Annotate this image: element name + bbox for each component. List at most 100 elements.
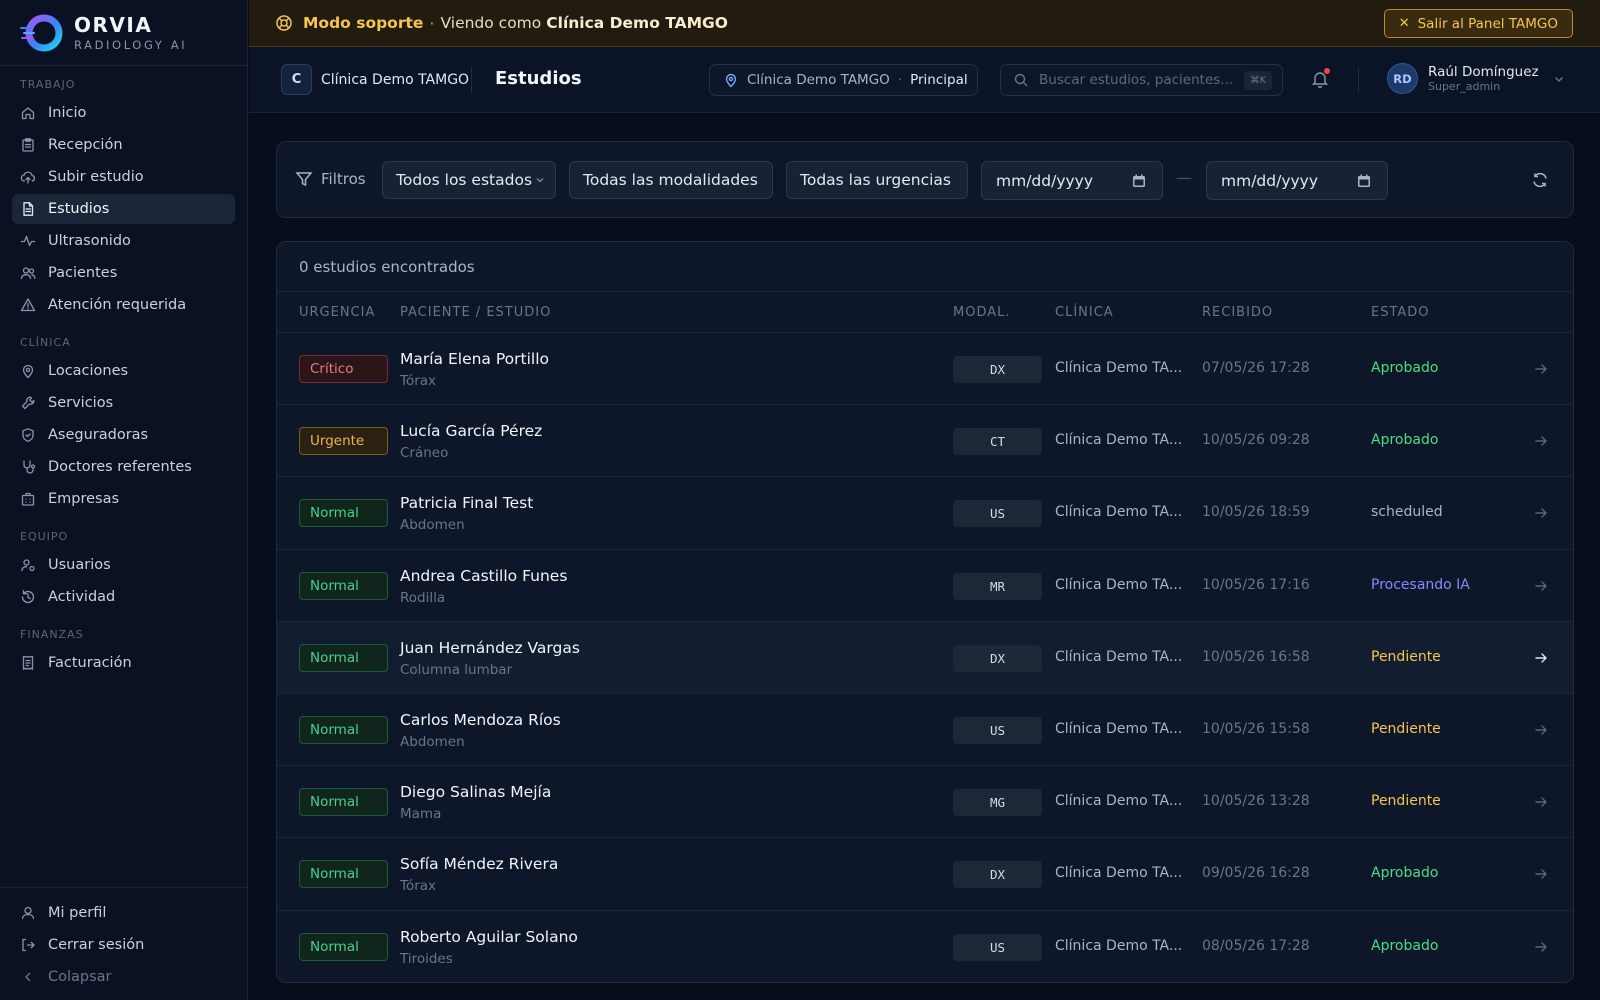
sidebar-item-label: Servicios bbox=[48, 395, 114, 411]
column-header-received[interactable]: RECIBIDO bbox=[1202, 305, 1273, 320]
column-header-patient[interactable]: PACIENTE / ESTUDIO bbox=[400, 305, 551, 320]
patient-name: Sofía Méndez Rivera bbox=[400, 855, 559, 874]
divider bbox=[1358, 67, 1359, 93]
study-type: Tiroides bbox=[400, 950, 453, 967]
modality-badge: US bbox=[953, 716, 1042, 744]
user-menu[interactable]: RD Raúl Domínguez Super_admin bbox=[1387, 63, 1565, 94]
study-type: Columna lumbar bbox=[400, 661, 513, 678]
table-row[interactable]: Normal Juan Hernández Vargas Columna lumba… bbox=[277, 621, 1573, 694]
arrow-right-icon[interactable] bbox=[1533, 578, 1549, 594]
brand-name: ORVIA bbox=[74, 12, 153, 37]
sidebar-item-actividad[interactable]: Actividad bbox=[12, 582, 235, 612]
map-pin-icon bbox=[20, 363, 36, 379]
urgency-filter-select[interactable]: Todas las urgencias bbox=[786, 161, 968, 199]
sidebar-item-empresas[interactable]: Empresas bbox=[12, 484, 235, 514]
column-header-urgency[interactable]: URGENCIA bbox=[299, 305, 375, 320]
clinic-cell: Clínica Demo TA... bbox=[1055, 504, 1183, 521]
table-row[interactable]: Urgente Lucía García Pérez Cráneo CT Clínica… bbox=[277, 405, 1573, 478]
status-label: scheduled bbox=[1371, 504, 1443, 521]
sidebar-item-usuarios[interactable]: Usuarios bbox=[12, 550, 235, 580]
collapse-label: Colapsar bbox=[48, 969, 112, 985]
logout-icon bbox=[20, 937, 36, 953]
sidebar-item-doctores-referentes[interactable]: Doctores referentes bbox=[12, 452, 235, 482]
sidebar-item-subir-estudio[interactable]: Subir estudio bbox=[12, 162, 235, 192]
sidebar-item-pacientes[interactable]: Pacientes bbox=[12, 258, 235, 288]
branch-name: Principal bbox=[910, 72, 968, 88]
sidebar-item-inicio[interactable]: Inicio bbox=[12, 98, 235, 128]
arrow-right-icon[interactable] bbox=[1533, 433, 1549, 449]
table-row[interactable]: Normal Andrea Castillo Funes Rodilla MR Clín… bbox=[277, 550, 1573, 622]
sidebar-item-label: Recepción bbox=[48, 137, 123, 153]
sidebar-item-ultrasonido[interactable]: Ultrasonido bbox=[12, 226, 235, 256]
sidebar-item-estudios[interactable]: Estudios bbox=[12, 194, 235, 224]
patient-name: Diego Salinas Mejía bbox=[400, 783, 552, 802]
shield-icon bbox=[20, 427, 36, 443]
date-to-input[interactable]: mm/dd/yyyy bbox=[1206, 161, 1388, 200]
chevron-down-icon bbox=[536, 178, 544, 183]
modality-filter-select[interactable]: Todas las modalidades bbox=[569, 161, 773, 199]
sidebar-section-title: TRABAJO bbox=[20, 78, 76, 91]
sidebar-item-logout[interactable]: Cerrar sesión bbox=[12, 930, 236, 960]
sidebar-item-profile[interactable]: Mi perfil bbox=[12, 898, 236, 928]
sidebar-item-locaciones[interactable]: Locaciones bbox=[12, 356, 235, 386]
sidebar-item-label: Empresas bbox=[48, 491, 120, 507]
modality-badge: MG bbox=[953, 789, 1042, 817]
sidebar-item-label: Aseguradoras bbox=[48, 427, 149, 443]
sidebar-item-facturacion[interactable]: Facturación bbox=[12, 648, 235, 678]
users-icon bbox=[20, 265, 36, 281]
search-input[interactable] bbox=[1039, 72, 1235, 88]
patient-name: Patricia Final Test bbox=[400, 494, 534, 513]
brand[interactable]: ORVIA RADIOLOGY AI bbox=[0, 0, 247, 66]
notifications-button[interactable] bbox=[1310, 68, 1330, 89]
date-range-separator: — bbox=[1176, 168, 1192, 187]
refresh-icon[interactable] bbox=[1531, 171, 1549, 189]
arrow-right-icon[interactable] bbox=[1533, 794, 1549, 810]
table-row[interactable]: Normal Carlos Mendoza Ríos Abdomen US Clínic… bbox=[277, 694, 1573, 767]
collapse-button[interactable]: Colapsar bbox=[12, 962, 236, 992]
urgency-filter-value: Todas las urgencias bbox=[800, 171, 951, 189]
arrow-right-icon[interactable] bbox=[1533, 505, 1549, 521]
top-header: C Clínica Demo TAMGO Estudios Clínica De… bbox=[249, 47, 1600, 113]
viewing-clinic-name: Clínica Demo TAMGO bbox=[546, 14, 728, 32]
sidebar-bottom: Mi perfil Cerrar sesión Colapsar bbox=[0, 887, 248, 1000]
arrow-right-icon[interactable] bbox=[1533, 722, 1549, 738]
column-header-status[interactable]: ESTADO bbox=[1371, 305, 1430, 320]
calendar-icon[interactable] bbox=[1357, 174, 1371, 188]
map-pin-icon bbox=[725, 73, 737, 88]
status-label: Aprobado bbox=[1371, 937, 1439, 954]
patient-name: Lucía García Pérez bbox=[400, 422, 543, 441]
status-filter-select[interactable]: Todos los estados bbox=[382, 161, 556, 199]
sidebar-item-label: Pacientes bbox=[48, 265, 118, 281]
arrow-right-icon[interactable] bbox=[1533, 939, 1549, 955]
table-row[interactable]: Normal Patricia Final Test Abdomen US Clínic… bbox=[277, 477, 1573, 550]
exit-support-button[interactable]: ✕ Salir al Panel TAMGO bbox=[1383, 9, 1573, 38]
status-label: Aprobado bbox=[1371, 865, 1439, 882]
stethoscope-icon bbox=[20, 459, 36, 475]
arrow-right-icon[interactable] bbox=[1533, 866, 1549, 882]
urgency-badge: Normal bbox=[299, 643, 388, 672]
column-header-clinic[interactable]: CLÍNICA bbox=[1055, 305, 1114, 320]
table-row[interactable]: Normal Roberto Aguilar Solano Tiroides US Cl… bbox=[277, 911, 1573, 983]
received-cell: 10/05/26 16:58 bbox=[1202, 648, 1310, 665]
page-title: Estudios bbox=[495, 68, 582, 89]
clinic-cell: Clínica Demo TA... bbox=[1055, 720, 1183, 737]
arrow-right-icon[interactable] bbox=[1533, 650, 1549, 666]
sidebar-item-servicios[interactable]: Servicios bbox=[12, 388, 235, 418]
calendar-icon[interactable] bbox=[1132, 174, 1146, 188]
sidebar-item-recepcion[interactable]: Recepción bbox=[12, 130, 235, 160]
search-box[interactable]: ⌘K bbox=[1000, 64, 1283, 96]
clinic-avatar: C bbox=[281, 64, 312, 95]
user-icon bbox=[20, 905, 36, 921]
location-selector[interactable]: Clínica Demo TAMGO · Principal bbox=[709, 64, 978, 96]
sidebar-item-aseguradoras[interactable]: Aseguradoras bbox=[12, 420, 235, 450]
table-row[interactable]: Crítico María Elena Portillo Tórax DX Clínic… bbox=[277, 333, 1573, 406]
date-from-input[interactable]: mm/dd/yyyy bbox=[981, 161, 1163, 200]
patient-name: María Elena Portillo bbox=[400, 350, 549, 368]
sidebar-item-atencion-requerida[interactable]: Atención requerida bbox=[12, 290, 235, 320]
arrow-right-icon[interactable] bbox=[1533, 361, 1549, 377]
table-row[interactable]: Normal Diego Salinas Mejía Mama MG Clínica D… bbox=[277, 766, 1573, 839]
study-type: Abdomen bbox=[400, 733, 465, 750]
clinic-switcher[interactable]: C Clínica Demo TAMGO bbox=[281, 64, 469, 95]
column-header-modality[interactable]: MODAL. bbox=[953, 305, 1011, 320]
table-row[interactable]: Normal Sofía Méndez Rivera Tórax DX Clínica … bbox=[277, 838, 1573, 911]
